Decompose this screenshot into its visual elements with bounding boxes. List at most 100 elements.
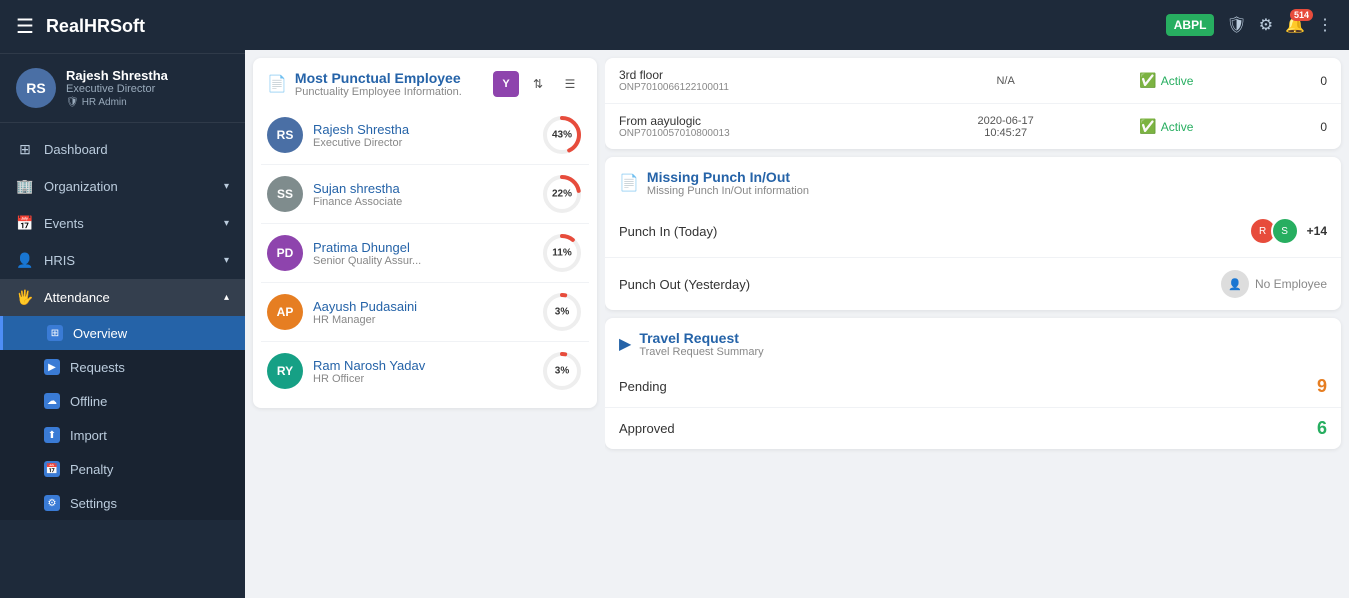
punctual-item: RY Ram Narosh Yadav HR Officer 3% [261,342,589,400]
pending-count: 9 [1317,376,1327,397]
sidebar-item-label: Settings [70,496,117,511]
punctual-item: RS Rajesh Shrestha Executive Director 43… [261,106,589,165]
filter-icon[interactable]: ☰ [557,71,583,97]
import-icon: ⬆ [44,427,60,443]
ring-text: 43% [552,130,572,141]
travel-request-card: ▶ Travel Request Travel Request Summary … [605,318,1341,449]
sidebar-item-settings[interactable]: ⚙ Settings [0,486,245,520]
missing-punch-title: Missing Punch In/Out [647,169,809,185]
punch-icon: 📄 [619,173,639,193]
employee-avatar: SS [267,176,303,212]
sidebar-item-import[interactable]: ⬆ Import [0,418,245,452]
sidebar-item-events[interactable]: 📅 Events ▾ [0,205,245,242]
user-name: Rajesh Shrestha [66,68,168,83]
no-emp-avatar: 👤 [1221,270,1249,298]
row-id: ONP7010057010800013 [619,128,920,139]
row-date: 2020-06-17 10:45:27 [930,115,1081,139]
sidebar-item-offline[interactable]: ☁ Offline [0,384,245,418]
user-info: Rajesh Shrestha Executive Director 🛡 HR … [66,68,168,108]
employee-avatar: RY [267,353,303,389]
employee-role: Senior Quality Assur... [313,255,531,267]
content-area: 📄 Most Punctual Employee Punctuality Emp… [245,50,1349,598]
employee-avatar: RS [267,117,303,153]
employee-name: Aayush Pudasaini [313,299,531,314]
chevron-down-icon: ▾ [224,255,229,266]
sidebar-item-label: Dashboard [44,142,108,157]
employee-name: Ram Narosh Yadav [313,358,531,373]
row-date: N/A [930,75,1081,87]
shield-icon[interactable]: 🛡 [1226,15,1246,35]
sidebar-item-label: Organization [44,179,118,194]
punch-more-count: +14 [1307,224,1327,238]
employee-role: HR Officer [313,373,531,385]
missing-punch-subtitle: Missing Punch In/Out information [647,185,809,197]
sidebar-item-label: Overview [73,326,127,341]
filter-y-button[interactable]: Y [493,71,519,97]
employee-avatar: AP [267,294,303,330]
ring-text: 3% [555,366,569,377]
employee-name: Rajesh Shrestha [313,122,531,137]
employee-name: Pratima Dhungel [313,240,531,255]
sidebar-item-label: Attendance [44,290,110,305]
punctual-item: PD Pratima Dhungel Senior Quality Assur.… [261,224,589,283]
missing-punch-card: 📄 Missing Punch In/Out Missing Punch In/… [605,157,1341,310]
more-options-icon[interactable]: ⋮ [1317,15,1333,35]
row-count: 0 [1252,120,1327,134]
progress-ring: 11% [541,232,583,274]
sidebar-item-requests[interactable]: ▶ Requests [0,350,245,384]
employee-name: Sujan shrestha [313,181,531,196]
punch-in-label: Punch In (Today) [619,224,717,239]
pending-row: Pending 9 [605,366,1341,408]
hamburger-menu[interactable]: ☰ [16,14,34,39]
chevron-down-icon: ▾ [224,218,229,229]
requests-icon: ▶ [44,359,60,375]
travel-subtitle: Travel Request Summary [639,346,763,358]
user-role: Executive Director [66,83,168,95]
chevron-up-icon: ▴ [224,292,229,303]
card-subtitle: Punctuality Employee Information. [295,86,462,98]
card-actions: Y ⇅ ☰ [493,71,583,97]
travel-request-header: ▶ Travel Request Travel Request Summary [605,318,1341,366]
punch-out-label: Punch Out (Yesterday) [619,277,750,292]
sidebar-item-dashboard[interactable]: ⊞ Dashboard [0,131,245,168]
overview-icon: ⊞ [47,325,63,341]
progress-ring: 43% [541,114,583,156]
notification-bell[interactable]: 🔔 514 [1285,15,1305,35]
card-title: Most Punctual Employee [295,70,462,86]
main-wrapper: ABPL 🛡 ⚙ 🔔 514 ⋮ 📄 Most Punctual Employe… [245,0,1349,598]
row-status: ✅ Active [1091,72,1242,89]
topbar-avatar[interactable]: ABPL [1166,14,1215,36]
punch-in-row: Punch In (Today) R S +14 [605,205,1341,258]
approved-count: 6 [1317,418,1327,439]
attendance-icon: 🖐 [16,289,34,306]
sidebar: ☰ RealHRSoft RS Rajesh Shrestha Executiv… [0,0,245,598]
punctual-item: AP Aayush Pudasaini HR Manager 3% [261,283,589,342]
sidebar-item-attendance[interactable]: 🖐 Attendance ▴ [0,279,245,316]
sidebar-item-overview[interactable]: ⊞ Overview [0,316,245,350]
gear-icon[interactable]: ⚙ [1259,15,1273,35]
table-row: 3rd floor ONP7010066122100011 N/A ✅ Acti… [605,58,1341,104]
travel-title: Travel Request [639,330,763,346]
card-title-wrap: 📄 Most Punctual Employee Punctuality Emp… [267,70,462,98]
penalty-icon: 📅 [44,461,60,477]
table-rows: 3rd floor ONP7010066122100011 N/A ✅ Acti… [605,58,1341,149]
chevron-down-icon: ▾ [224,181,229,192]
punctual-item: SS Sujan shrestha Finance Associate 22% [261,165,589,224]
sidebar-item-label: Requests [70,360,125,375]
sidebar-item-organization[interactable]: 🏢 Organization ▾ [0,168,245,205]
topbar: ABPL 🛡 ⚙ 🔔 514 ⋮ [245,0,1349,50]
card-title-wrap: 📄 Missing Punch In/Out Missing Punch In/… [619,169,809,197]
most-punctual-card: 📄 Most Punctual Employee Punctuality Emp… [253,58,597,408]
card-title-wrap: ▶ Travel Request Travel Request Summary [619,330,764,358]
punch-out-row: Punch Out (Yesterday) 👤 No Employee [605,258,1341,310]
employee-avatar: PD [267,235,303,271]
employee-role: HR Manager [313,314,531,326]
dashboard-icon: ⊞ [16,141,34,158]
sort-icon[interactable]: ⇅ [525,71,551,97]
progress-ring: 3% [541,350,583,392]
no-employee-label: 👤 No Employee [1221,270,1327,298]
sidebar-item-penalty[interactable]: 📅 Penalty [0,452,245,486]
sidebar-item-hris[interactable]: 👤 HRIS ▾ [0,242,245,279]
table-row: From aayulogic ONP7010057010800013 2020-… [605,104,1341,149]
ring-text: 3% [555,307,569,318]
